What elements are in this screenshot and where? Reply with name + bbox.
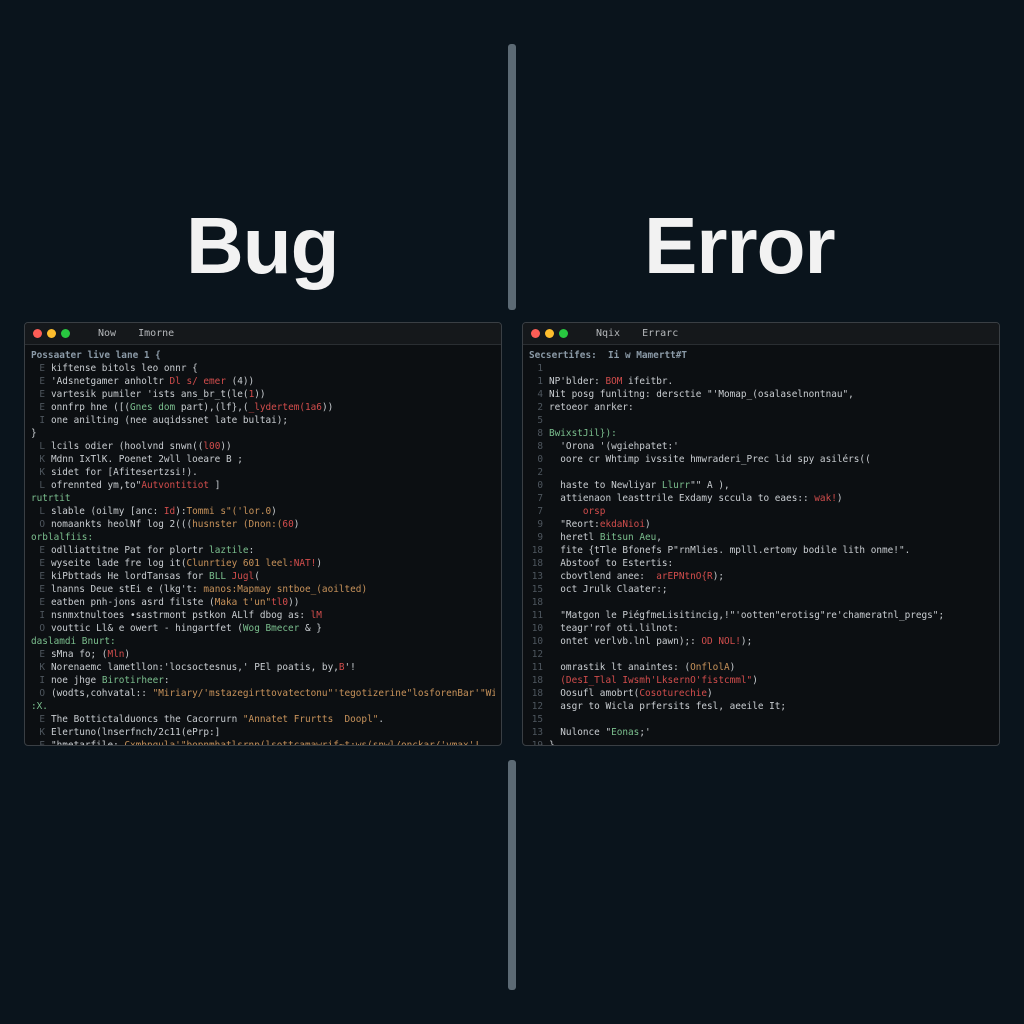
vertical-separator-top: [508, 44, 516, 310]
code-line: 11 omrastik lt anaintes: (OnflolA): [529, 661, 993, 674]
code-line: 8BwixstJil}):: [529, 427, 993, 440]
close-icon[interactable]: [33, 329, 42, 338]
code-line: Ksidet for [Afitesertzsi!).: [31, 466, 495, 479]
code-line: 15: [529, 713, 993, 726]
code-line: EsMna fo; (Mln): [31, 648, 495, 661]
terminal-left-titlebar: Now Imorne: [25, 323, 501, 345]
code-line: Llcils odier (hoolvnd snwn((l00)): [31, 440, 495, 453]
comparison-stage: Bug Error Now Imorne Possaater live lane…: [0, 0, 1024, 1024]
section-header: orblalfiis:: [31, 531, 495, 544]
code-line: 18: [529, 596, 993, 609]
code-line: Ione anilting (nee auqidssnet late bulta…: [31, 414, 495, 427]
tab-imorne[interactable]: Imorne: [130, 328, 182, 339]
heading-left: Bug: [186, 200, 339, 292]
code-line: 1: [529, 362, 993, 375]
code-line: 2retoeor anrker:: [529, 401, 993, 414]
code-line: Evartesik pumiler 'ists ans_br_t(le(1)): [31, 388, 495, 401]
code-line: Ovouttic Ll& e owert - hingartfet (Wog B…: [31, 622, 495, 635]
code-line: Lofrennted ym,to"Autvontitiot ]: [31, 479, 495, 492]
code-line: 9 heretl Bitsun Aeu,: [529, 531, 993, 544]
code-line: Insnmxtnultoes •sastrmont pstkon ALlf db…: [31, 609, 495, 622]
code-line: KMdnn IxTlK. Poenet 2wll loeare B ;: [31, 453, 495, 466]
heading-right: Error: [644, 200, 835, 292]
code-line: KElertuno(lnserfnch/2c11(ePrp:]: [31, 726, 495, 739]
code-line: 4Nit posg funlitng: dersctie "'Momap_(os…: [529, 388, 993, 401]
zoom-icon[interactable]: [559, 329, 568, 338]
window-controls: [33, 329, 70, 338]
code-line: Possaater live lane 1 {: [31, 349, 495, 362]
vertical-separator-bottom: [508, 760, 516, 990]
section-header: rutrtit: [31, 492, 495, 505]
terminal-right-body: Secsertifes: Ii w Mamertt#T11NP'blder: B…: [523, 345, 999, 746]
code-line: 1NP'blder: BOM ifeitbr.: [529, 375, 993, 388]
code-line: 10 ontet verlvb.lnl pawn);: OD NOL!);: [529, 635, 993, 648]
code-line: EkiPbttads He lordTansas for BLL Jugl(: [31, 570, 495, 583]
section-header: daslamdi Bnurt:: [31, 635, 495, 648]
code-line: E"hmetarfile: Cxmbpgula'"bopnmhatlsrnp(l…: [31, 739, 495, 746]
code-line: Secsertifes: Ii w Mamertt#T: [529, 349, 993, 362]
code-line: 18 Abstoof to Estertis:: [529, 557, 993, 570]
code-line: 10 teagr'rof oti.lilnot:: [529, 622, 993, 635]
terminal-right: Nqix Errarc Secsertifes: Ii w Mamertt#T1…: [522, 322, 1000, 746]
code-line: E'Adsnetgamer anholtr Dl s/ emer (4)): [31, 375, 495, 388]
section-header: :X.: [31, 700, 495, 713]
minimize-icon[interactable]: [545, 329, 554, 338]
code-line: Eonnfrp hne ([(Gnes dom part),(lf},(_lyd…: [31, 401, 495, 414]
zoom-icon[interactable]: [61, 329, 70, 338]
code-line: 19}: [529, 739, 993, 746]
terminal-left-body: Possaater live lane 1 {Ekiftense bitols …: [25, 345, 501, 746]
code-line: 13 cbovtlend anee: arEPNtnO{R);: [529, 570, 993, 583]
code-line: 2: [529, 466, 993, 479]
code-line: 5: [529, 414, 993, 427]
code-line: Ewyseite lade fre log it(Clunrtiey 601 l…: [31, 557, 495, 570]
terminal-right-titlebar: Nqix Errarc: [523, 323, 999, 345]
code-line: Elnanns Deue stEi e (lkg't: manos:Mapmay…: [31, 583, 495, 596]
code-line: Ekiftense bitols leo onnr {: [31, 362, 495, 375]
code-line: EThe Bottictalduoncs the Cacorrurn "Anna…: [31, 713, 495, 726]
code-line: 15 oct Jrulk Claater:;: [529, 583, 993, 596]
minimize-icon[interactable]: [47, 329, 56, 338]
code-line: O(wodts,cohvatal:: "Miriary/'mstazegirtt…: [31, 687, 495, 700]
code-line: KNorenaemc lametllon:'locsoctesnus,' PEl…: [31, 661, 495, 674]
tab-now[interactable]: Now: [90, 328, 124, 339]
code-line: 11 "Matgon le PiégfmeLisitincig,!"'ootte…: [529, 609, 993, 622]
tab-nqix[interactable]: Nqix: [588, 328, 628, 339]
code-line: 13 Nulonce "Eonas;': [529, 726, 993, 739]
code-line: Lslable (oilmy [anc: Id):Tommi s"('lor.0…: [31, 505, 495, 518]
terminal-left: Now Imorne Possaater live lane 1 {Ekifte…: [24, 322, 502, 746]
window-controls: [531, 329, 568, 338]
code-line: Onomaankts heolNf log 2(((husnster (Dnon…: [31, 518, 495, 531]
code-line: 0 haste to Newliyar Llurr"" A ),: [529, 479, 993, 492]
code-line: Inoe jhge Birotirheer:: [31, 674, 495, 687]
code-line: 7 attienaon leasttrile Exdamy sccula to …: [529, 492, 993, 505]
code-line: Eodlliattitne Pat for plortr laztile:: [31, 544, 495, 557]
close-icon[interactable]: [531, 329, 540, 338]
code-line: 8 'Orona '(wgiehpatet:': [529, 440, 993, 453]
code-line: 9 "Reort:ekdaNioi): [529, 518, 993, 531]
code-line: 12 asgr to Wicla prfersits fesl, aeeile …: [529, 700, 993, 713]
code-line: 0 oore cr Whtimp ivssite hmwraderi_Prec …: [529, 453, 993, 466]
code-line: 18 Oosufl amobrt(Cosoturechie): [529, 687, 993, 700]
tab-errarc[interactable]: Errarc: [634, 328, 686, 339]
code-line: 18 (DesI_Tlal Iwsmh'LksernO'fistcmml"): [529, 674, 993, 687]
code-line: }: [31, 427, 495, 440]
code-line: 18 fite {tTle Bfonefs P"rnMlies. mplll.e…: [529, 544, 993, 557]
code-line: Eeatben pnh-jons asrd filste (Maka t'un"…: [31, 596, 495, 609]
code-line: 12: [529, 648, 993, 661]
code-line: 7 orsp: [529, 505, 993, 518]
